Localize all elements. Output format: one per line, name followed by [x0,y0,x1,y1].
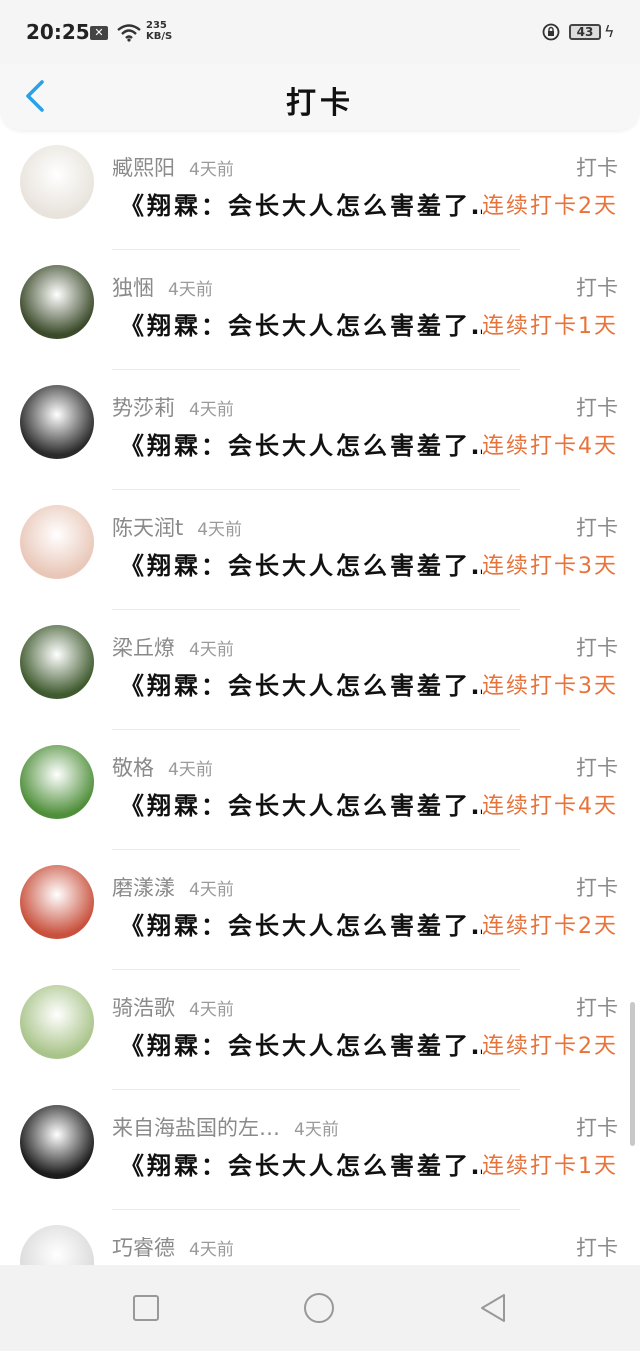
navigation-bar [0,1265,640,1351]
status-time: 20:25 [26,20,90,44]
streak-badge: 连续打卡4天 [482,434,618,459]
content-title: 《翔霖：会长大人怎么害羞了… [120,552,482,580]
action-label: 打卡 [576,156,618,180]
streak-badge: 连续打卡2天 [482,1034,618,1059]
avatar[interactable] [20,985,94,1059]
streak-badge: 连续打卡1天 [482,314,618,339]
post-time: 4天前 [189,640,234,660]
avatar[interactable] [20,145,94,219]
list-item[interactable]: 来自海盐国的左… 4天前 打卡 《翔霖：会长大人怎么害羞了… 连续打卡1天 [0,1090,640,1210]
avatar[interactable] [20,1105,94,1179]
rotation-lock-icon [542,23,560,41]
content-title: 《翔霖：会长大人怎么害羞了… [120,672,482,700]
user-name-text: 巧睿德 [112,1236,175,1260]
content-title: 《翔霖：会长大人怎么害羞了… [120,1032,482,1060]
action-label: 打卡 [576,1236,618,1260]
user-name-text: 臧熙阳 [112,156,175,180]
post-time: 4天前 [189,880,234,900]
avatar[interactable] [20,625,94,699]
user-name: 巧睿德 4天前 [112,1232,234,1262]
streak-badge: 连续打卡2天 [482,194,618,219]
streak-badge: 连续打卡3天 [482,674,618,699]
home-icon[interactable] [302,1291,336,1325]
scrollbar[interactable] [630,1002,635,1146]
user-name: 势莎莉 4天前 [112,392,234,422]
post-time: 4天前 [294,1120,339,1140]
charging-icon: ϟ [604,22,615,41]
content-title: 《翔霖：会长大人怎么害羞了… [120,432,482,460]
post-time: 4天前 [189,1240,234,1260]
action-label: 打卡 [576,996,618,1020]
list-item[interactable]: 臧熙阳 4天前 打卡 《翔霖：会长大人怎么害羞了… 连续打卡2天 [0,130,640,250]
streak-badge: 连续打卡1天 [482,1154,618,1179]
post-time: 4天前 [189,160,234,180]
notification-icon: ✕ [90,26,108,40]
list-item[interactable]: 梁丘燎 4天前 打卡 《翔霖：会长大人怎么害羞了… 连续打卡3天 [0,610,640,730]
list-item[interactable]: 势莎莉 4天前 打卡 《翔霖：会长大人怎么害羞了… 连续打卡4天 [0,370,640,490]
streak-badge: 连续打卡4天 [482,794,618,819]
user-name-text: 磨漾漾 [112,876,175,900]
post-time: 4天前 [189,1000,234,1020]
post-time: 4天前 [168,280,213,300]
action-label: 打卡 [576,876,618,900]
avatar[interactable] [20,1225,94,1265]
list-item[interactable]: 磨漾漾 4天前 打卡 《翔霖：会长大人怎么害羞了… 连续打卡2天 [0,850,640,970]
user-name: 独悃 4天前 [112,272,213,302]
user-name: 敬格 4天前 [112,752,213,782]
user-name: 梁丘燎 4天前 [112,632,234,662]
avatar[interactable] [20,865,94,939]
checkin-list[interactable]: 臧熙阳 4天前 打卡 《翔霖：会长大人怎么害羞了… 连续打卡2天 独悃 4天前 打卡… [0,130,640,1265]
post-time: 4天前 [197,520,243,540]
user-name: 骑浩歌 4天前 [112,992,234,1022]
post-time: 4天前 [168,760,213,780]
action-label: 打卡 [576,636,618,660]
avatar[interactable] [20,745,94,819]
status-bar: 20:25 ✕ 235 KB/S 43 ϟ [0,0,640,64]
back-nav-icon[interactable] [476,1291,510,1325]
user-name-text: 骑浩歌 [112,996,175,1020]
net-speed-value: 235 [146,20,167,31]
list-item[interactable]: 独悃 4天前 打卡 《翔霖：会长大人怎么害羞了… 连续打卡1天 [0,250,640,370]
battery-indicator: 43 [569,24,601,40]
post-time: 4天前 [189,400,234,420]
user-name: 陈天润t 4天前 [112,512,242,542]
recent-apps-icon[interactable] [129,1291,163,1325]
list-item[interactable]: 骑浩歌 4天前 打卡 《翔霖：会长大人怎么害羞了… 连续打卡2天 [0,970,640,1090]
action-label: 打卡 [576,756,618,780]
page-title: 打卡 [286,86,354,121]
content-title: 《翔霖：会长大人怎么害羞了… [120,792,482,820]
user-name: 臧熙阳 4天前 [112,152,234,182]
content-title: 《翔霖：会长大人怎么害羞了… [120,1152,482,1180]
content-title: 《翔霖：会长大人怎么害羞了… [120,912,482,940]
user-name-text: 敬格 [112,756,154,780]
list-item[interactable]: 敬格 4天前 打卡 《翔霖：会长大人怎么害羞了… 连续打卡4天 [0,730,640,850]
avatar[interactable] [20,385,94,459]
user-name-text: 梁丘燎 [112,636,175,660]
action-label: 打卡 [576,396,618,420]
streak-badge: 连续打卡2天 [482,914,618,939]
streak-badge: 连续打卡3天 [482,554,618,579]
action-label: 打卡 [576,1116,618,1140]
header: 打卡 [0,64,640,130]
action-label: 打卡 [576,276,618,300]
list-item[interactable]: 巧睿德 4天前 打卡 [0,1210,640,1265]
content-title: 《翔霖：会长大人怎么害羞了… [120,192,482,220]
user-name-text: 陈天润t [112,516,184,540]
user-name-text: 独悃 [112,276,154,300]
wifi-icon [117,24,141,42]
avatar[interactable] [20,265,94,339]
net-speed: 235 KB/S [146,20,172,42]
user-name: 来自海盐国的左… 4天前 [112,1112,339,1142]
list-item[interactable]: 陈天润t 4天前 打卡 《翔霖：会长大人怎么害羞了… 连续打卡3天 [0,490,640,610]
net-speed-unit: KB/S [146,31,173,42]
action-label: 打卡 [576,516,618,540]
content-title: 《翔霖：会长大人怎么害羞了… [120,312,482,340]
user-name-text: 来自海盐国的左… [112,1116,280,1140]
user-name-text: 势莎莉 [112,396,175,420]
avatar[interactable] [20,505,94,579]
user-name: 磨漾漾 4天前 [112,872,234,902]
